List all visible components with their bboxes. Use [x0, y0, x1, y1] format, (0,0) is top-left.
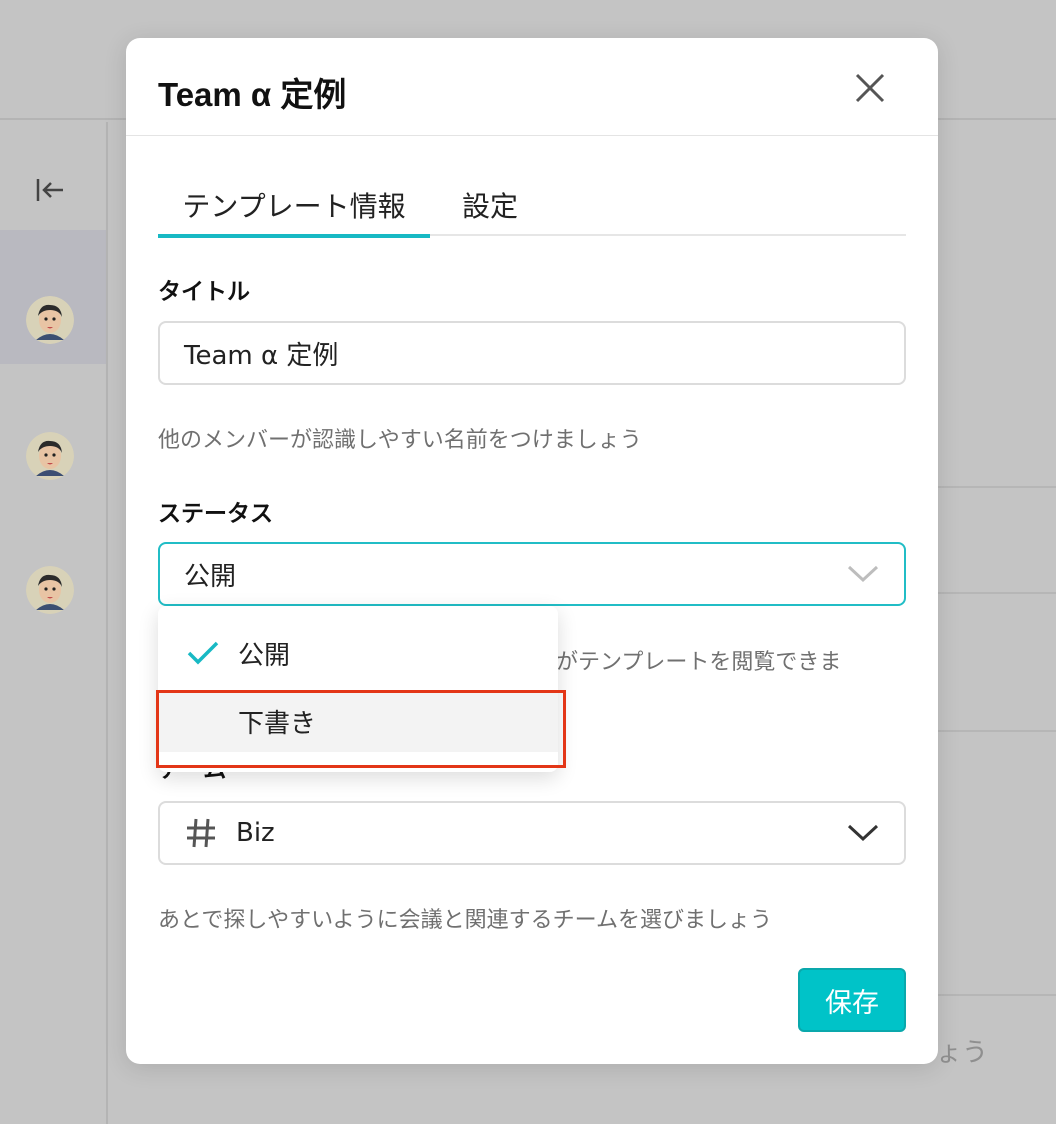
template-modal: Team α 定例 テンプレート情報 設定 タイトル Team α 定例 他のメ… — [126, 38, 938, 1064]
collapse-sidebar-icon[interactable] — [30, 172, 70, 208]
tab-settings[interactable]: 設定 — [450, 174, 530, 236]
title-input-value: Team α 定例 — [184, 340, 339, 371]
tab-label: テンプレート情報 — [182, 190, 406, 223]
background-divider — [936, 592, 1056, 594]
status-label: ステータス — [158, 501, 273, 527]
option-label: 公開 — [238, 640, 291, 671]
title-hint: 他のメンバーが認識しやすい名前をつけましょう — [158, 428, 642, 453]
close-button[interactable] — [848, 66, 892, 110]
team-hint: あとで探しやすいように会議と関連するチームを選びましょう — [158, 908, 773, 933]
status-option-public[interactable]: 公開 — [158, 622, 558, 684]
background-divider — [936, 994, 1056, 996]
save-button-label: 保存 — [825, 987, 879, 1019]
check-icon — [187, 641, 219, 665]
modal-header: Team α 定例 — [126, 38, 938, 136]
avatar[interactable] — [26, 432, 74, 480]
modal-tabs: テンプレート情報 設定 — [158, 174, 906, 238]
chevron-down-icon — [847, 565, 879, 583]
background-divider — [936, 486, 1056, 488]
modal-title: Team α 定例 — [158, 76, 347, 113]
avatar[interactable] — [26, 566, 74, 614]
avatar[interactable] — [26, 296, 74, 344]
status-select-value: 公開 — [184, 561, 237, 592]
background-partial-text: ょう — [936, 1038, 989, 1068]
tab-label: 設定 — [461, 190, 518, 223]
hash-icon — [187, 818, 215, 848]
title-label: タイトル — [158, 279, 250, 305]
tab-template-info[interactable]: テンプレート情報 — [158, 174, 430, 238]
chevron-down-icon — [847, 824, 879, 842]
highlight-box — [156, 690, 566, 768]
title-input[interactable]: Team α 定例 — [158, 321, 906, 385]
status-hint-partial: がテンプレートを閲覧できま — [556, 650, 842, 675]
close-icon — [855, 73, 885, 103]
background-divider — [936, 730, 1056, 732]
team-select[interactable]: Biz — [158, 801, 906, 865]
save-button[interactable]: 保存 — [798, 968, 906, 1032]
team-select-value: Biz — [236, 818, 275, 848]
status-select[interactable]: 公開 — [158, 542, 906, 606]
